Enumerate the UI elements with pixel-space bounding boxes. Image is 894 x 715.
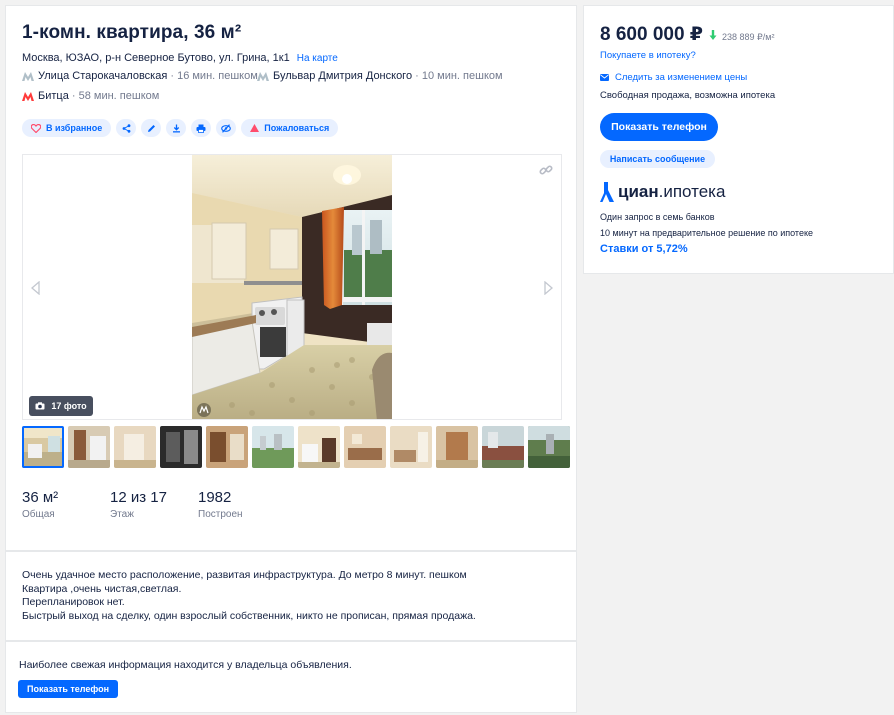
listing-card: 1-комн. квартира, 36 м² Москва, ЮЗАО, р-… [5,5,577,551]
price: 8 600 000 ₽ [600,23,717,46]
edit-button[interactable] [141,119,162,137]
warning-icon [250,124,260,132]
metro-icon [22,91,34,101]
show-phone-button[interactable]: Показать телефон [600,113,718,141]
price-per-m2: 238 889 ₽/м² [722,32,775,42]
cian-mortgage-logo[interactable]: циан.ипотека [600,182,725,202]
mortgage-link[interactable]: Покупаете в ипотеку? [600,50,696,61]
price-card: 8 600 000 ₽ 238 889 ₽/м² Покупаете в ипо… [583,5,894,274]
printer-icon [196,124,206,133]
heart-icon [31,123,41,133]
thumbnail[interactable] [482,426,524,468]
cian-line-2: 10 минут на предварительное решение по и… [600,228,813,238]
cian-line-1: Один запрос в семь банков [600,212,715,222]
description-line: Перепланировок нет. [22,596,125,608]
metro-distance: · 58 мин. пешком [71,90,160,102]
fact-area: 36 м² Общая [22,489,110,520]
pencil-icon [147,124,155,132]
fact-floor: 12 из 17 Этаж [110,489,198,520]
thumbnail[interactable] [344,426,386,468]
sale-type: Свободная продажа, возможна ипотека [600,90,776,101]
share-button[interactable] [116,119,137,137]
thumbnail[interactable] [206,426,248,468]
thumbnail-strip [22,426,570,468]
description-line: Быстрый выход на сделку, один взрослый с… [22,609,476,622]
print-button[interactable] [191,119,212,137]
rates-link[interactable]: Ставки от 5,72% [600,243,688,255]
link-icon[interactable] [539,163,553,177]
photo-count-badge[interactable]: 17 фото [29,396,93,416]
fact-label: Этаж [110,509,134,520]
metro-station-1[interactable]: Улица Старокачаловская · 16 мин. пешком [22,70,258,82]
eye-off-icon [221,123,232,133]
favorite-button[interactable]: В избранное [22,119,112,137]
mail-icon [600,74,609,81]
metro-name: Улица Старокачаловская [38,70,168,82]
follow-price-link[interactable]: Следить за изменением цены [600,72,747,83]
thumbnail[interactable] [528,426,570,468]
thumbnail[interactable] [114,426,156,468]
cian-logo-icon [600,182,614,202]
download-icon [172,124,180,132]
fact-label: Общая [22,509,55,520]
owner-info-text: Наиболее свежая информация находится у в… [19,659,352,671]
cian-brand: циан [618,182,659,201]
address-text: Москва, ЮЗАО, р-н Северное Бутово, ул. Г… [22,52,290,64]
complain-label: Пожаловаться [264,123,330,133]
main-photo[interactable] [192,155,392,419]
metro-icon [22,71,34,81]
show-phone-button-small[interactable]: Показать телефон [18,680,119,698]
chevron-right-icon[interactable] [542,281,554,295]
thumbnail[interactable] [22,426,64,468]
key-facts: 36 м² Общая 12 из 17 Этаж 1982 Построен [22,489,286,520]
thumbnail[interactable] [436,426,478,468]
fact-label: Построен [198,509,243,520]
metro-station-3[interactable]: Битца · 58 мин. пешком [22,90,159,102]
thumbnail[interactable] [390,426,432,468]
fact-value: 12 из 17 [110,489,167,506]
metro-distance: · 10 мин. пешком [415,70,503,82]
metro-name: Бульвар Дмитрия Донского [273,70,413,82]
owner-card: Наиболее свежая информация находится у в… [5,641,577,713]
photo-count: 17 фото [51,401,87,411]
map-link[interactable]: На карте [297,53,338,64]
fact-year: 1982 Построен [198,489,286,520]
kitchen-photo [192,155,392,419]
address: Москва, ЮЗАО, р-н Северное Бутово, ул. Г… [22,52,338,64]
thumbnail[interactable] [298,426,340,468]
camera-icon [35,402,45,410]
fact-value: 1982 [198,489,232,506]
metro-distance: · 16 мин. пешком [170,70,258,82]
action-bar: В избранное Пожаловаться [22,119,339,137]
complain-button[interactable]: Пожаловаться [241,119,339,137]
favorite-label: В избранное [46,123,103,133]
follow-price-label: Следить за изменением цены [615,72,748,83]
fact-value: 36 м² [22,489,59,506]
arrow-down-icon [709,30,717,40]
metro-name: Битца [38,90,69,102]
metro-icon [257,71,269,81]
metro-station-2[interactable]: Бульвар Дмитрия Донского · 10 мин. пешко… [257,70,503,82]
cian-suffix: .ипотека [658,182,726,201]
thumbnail[interactable] [68,426,110,468]
download-button[interactable] [166,119,187,137]
photo-gallery: 17 фото [22,154,562,420]
hide-button[interactable] [216,119,237,137]
write-message-button[interactable]: Написать сообщение [600,150,715,168]
description-text: Очень удачное место расположение, развит… [22,569,476,623]
thumbnail[interactable] [252,426,294,468]
price-value: 8 600 000 ₽ [600,24,704,45]
share-icon [122,123,131,133]
chevron-left-icon[interactable] [30,281,42,295]
description-card: Очень удачное место расположение, развит… [5,551,577,641]
thumbnail[interactable] [160,426,202,468]
description-line: Очень удачное место расположение, развит… [22,569,467,581]
listing-title: 1-комн. квартира, 36 м² [22,22,242,43]
description-line: Квартира ,очень чистая,светлая. [22,582,182,595]
